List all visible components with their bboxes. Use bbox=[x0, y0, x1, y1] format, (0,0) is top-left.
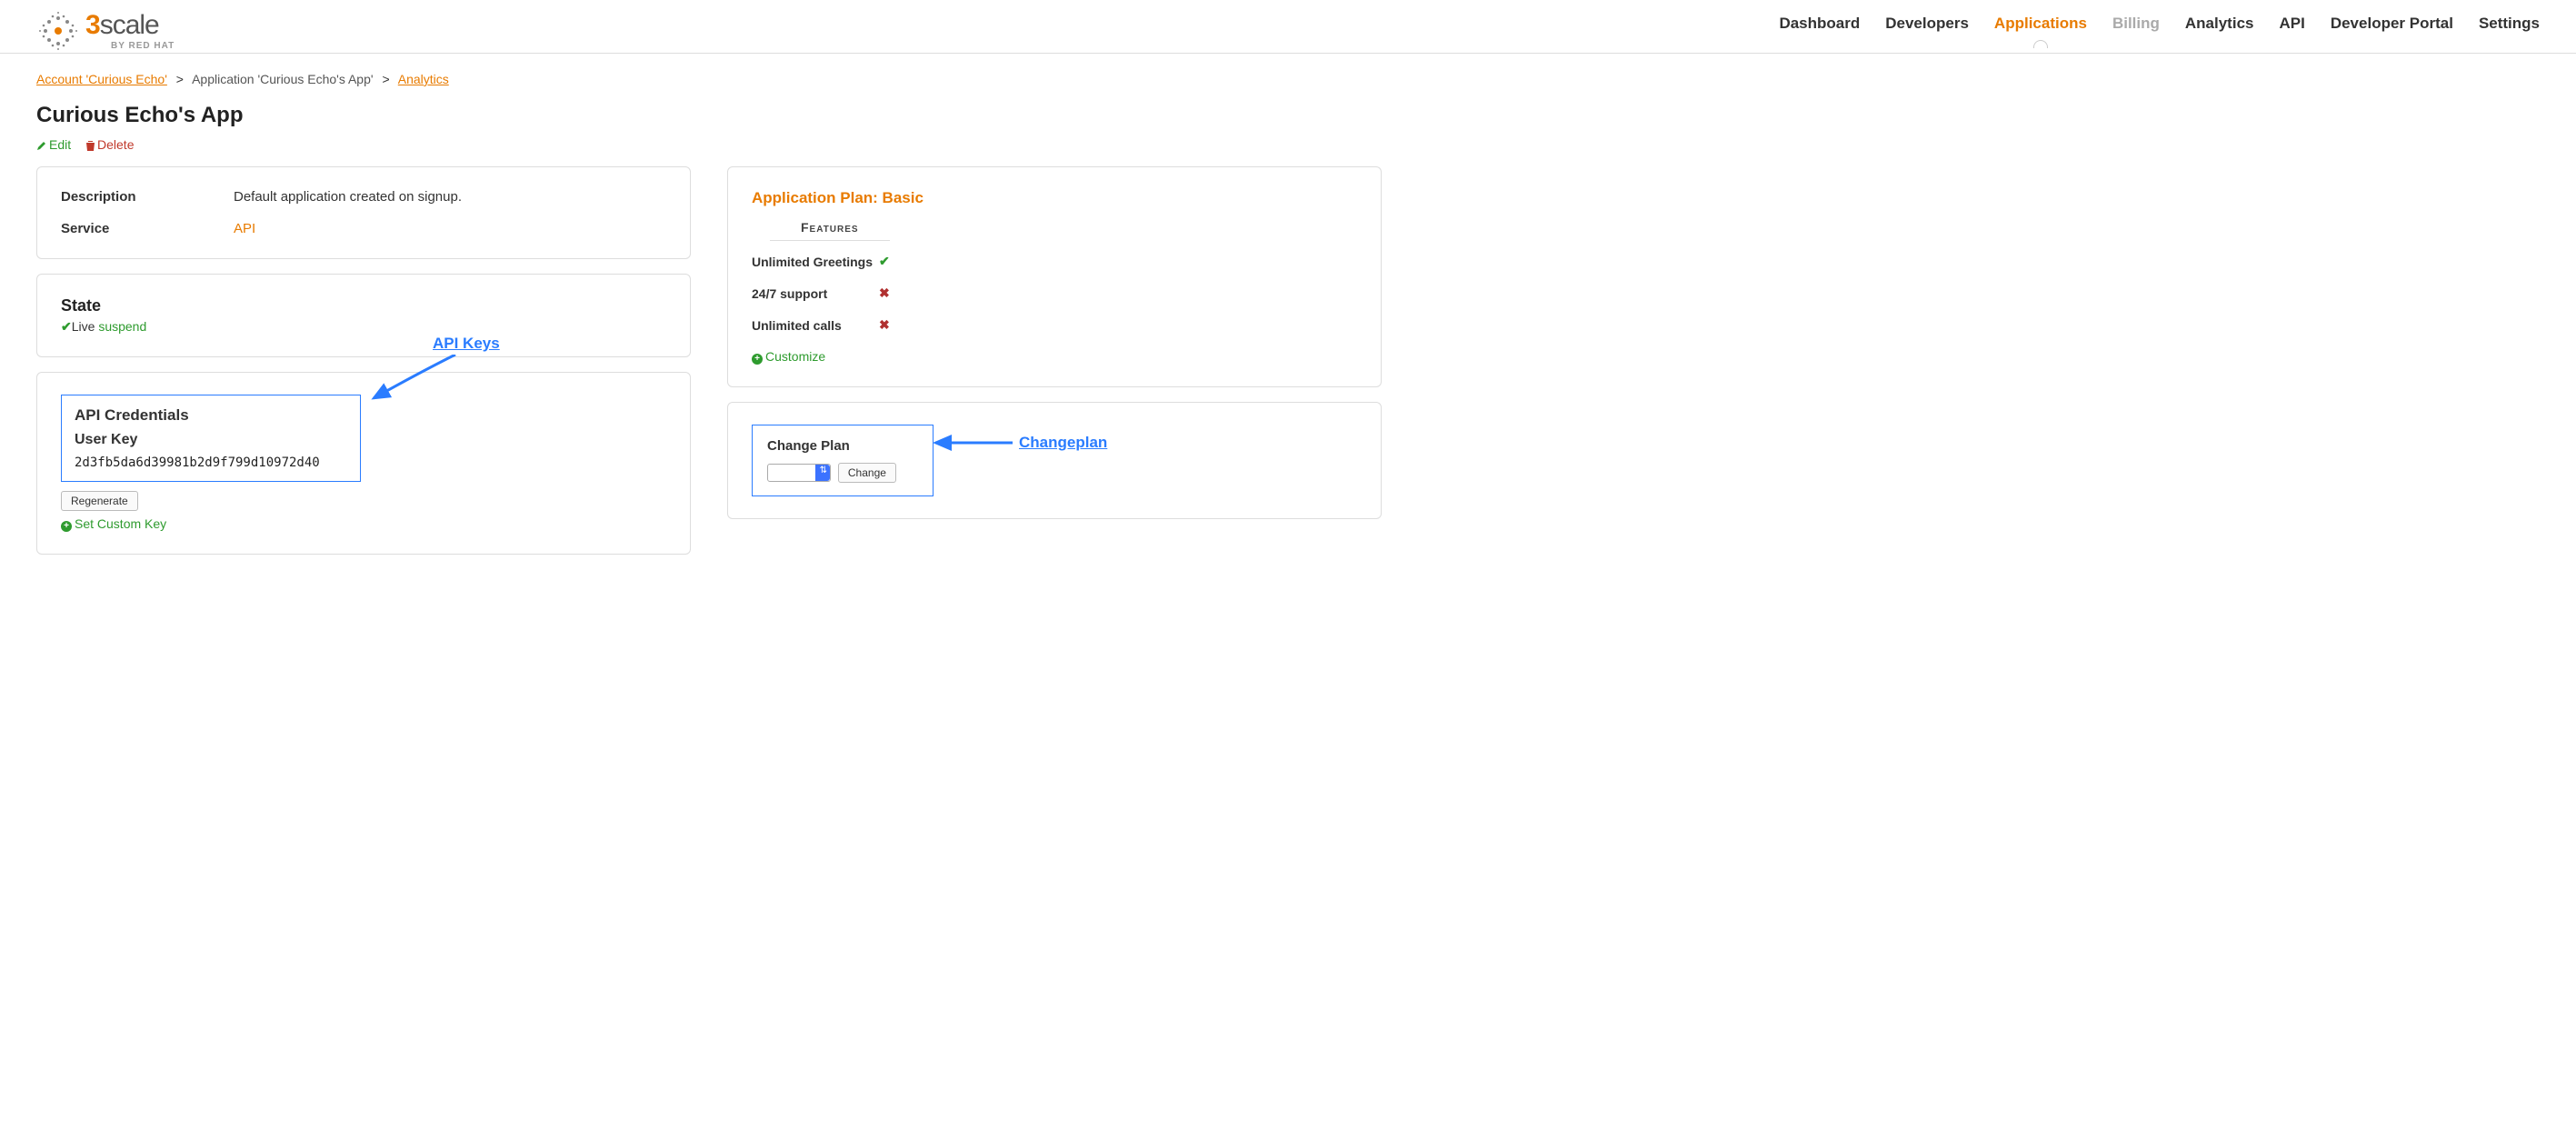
feature-name: 24/7 support bbox=[752, 286, 879, 301]
nav-billing[interactable]: Billing bbox=[2112, 15, 2160, 35]
logo[interactable]: 3scale BY RED HAT bbox=[36, 9, 175, 53]
plus-icon: + bbox=[61, 521, 72, 532]
arrow-icon bbox=[355, 355, 464, 409]
service-link[interactable]: API bbox=[234, 221, 255, 236]
nav-api[interactable]: API bbox=[2279, 15, 2304, 35]
nav-developers[interactable]: Developers bbox=[1885, 15, 1969, 35]
details-panel: Description Default application created … bbox=[36, 166, 691, 259]
plan-panel: Application Plan: Basic Features Unlimit… bbox=[727, 166, 1382, 387]
left-column: Description Default application created … bbox=[36, 166, 691, 569]
user-key-value: 2d3fb5da6d39981b2d9f799d10972d40 bbox=[75, 455, 347, 470]
credentials-panel: API Credentials User Key 2d3fb5da6d39981… bbox=[36, 372, 691, 555]
api-credentials-box: API Credentials User Key 2d3fb5da6d39981… bbox=[61, 395, 361, 482]
user-key-label: User Key bbox=[75, 432, 347, 448]
feature-row: 24/7 support✖ bbox=[752, 285, 1357, 301]
content: Account 'Curious Echo' > Application 'Cu… bbox=[0, 54, 1418, 587]
delete-link[interactable]: Delete bbox=[85, 137, 134, 152]
change-plan-panel: Change Plan Change Changeplan bbox=[727, 402, 1382, 519]
description-label: Description bbox=[61, 189, 234, 205]
change-plan-heading: Change Plan bbox=[767, 438, 918, 454]
credentials-heading: API Credentials bbox=[75, 406, 347, 425]
brand-accent: 3 bbox=[85, 10, 100, 40]
service-label: Service bbox=[61, 221, 234, 236]
suspend-link[interactable]: suspend bbox=[98, 319, 146, 334]
brand-sub: BY RED HAT bbox=[111, 42, 175, 51]
breadcrumb-current: Application 'Curious Echo's App' bbox=[192, 72, 373, 86]
title-actions: Edit Delete bbox=[36, 137, 1382, 152]
state-panel: State ✔Live suspend bbox=[36, 274, 691, 357]
check-icon: ✔ bbox=[61, 319, 72, 334]
header: 3scale BY RED HAT Dashboard Developers App… bbox=[0, 0, 2576, 54]
brand-rest: scale bbox=[100, 10, 159, 40]
annotation-api-keys: API Keys bbox=[433, 335, 500, 353]
x-icon: ✖ bbox=[879, 285, 890, 301]
nav-developer-portal[interactable]: Developer Portal bbox=[2331, 15, 2453, 35]
feature-row: Unlimited calls✖ bbox=[752, 317, 1357, 333]
breadcrumb-account[interactable]: Account 'Curious Echo' bbox=[36, 72, 167, 86]
right-column: Application Plan: Basic Features Unlimit… bbox=[727, 166, 1382, 534]
state-value: Live bbox=[72, 319, 95, 334]
arrow-icon bbox=[926, 434, 1017, 452]
page-title: Curious Echo's App bbox=[36, 103, 1382, 128]
edit-link[interactable]: Edit bbox=[36, 137, 75, 152]
breadcrumb-sep: > bbox=[382, 72, 389, 86]
breadcrumb-analytics[interactable]: Analytics bbox=[398, 72, 449, 86]
description-value: Default application created on signup. bbox=[234, 189, 462, 205]
plus-icon: + bbox=[752, 354, 763, 365]
logo-mark-icon bbox=[36, 9, 80, 53]
trash-icon bbox=[85, 140, 95, 151]
feature-name: Unlimited calls bbox=[752, 318, 879, 333]
plan-title: Application Plan: Basic bbox=[752, 189, 1357, 207]
nav-settings[interactable]: Settings bbox=[2479, 15, 2540, 35]
pencil-icon bbox=[36, 140, 47, 151]
breadcrumb: Account 'Curious Echo' > Application 'Cu… bbox=[36, 72, 1382, 86]
check-icon: ✔ bbox=[879, 254, 890, 269]
feature-name: Unlimited Greetings bbox=[752, 255, 879, 269]
set-custom-key-link[interactable]: +Set Custom Key bbox=[61, 516, 166, 531]
state-heading: State bbox=[61, 296, 666, 315]
logo-text: 3scale BY RED HAT bbox=[85, 12, 175, 51]
nav-dashboard[interactable]: Dashboard bbox=[1779, 15, 1860, 35]
change-plan-box: Change Plan Change bbox=[752, 425, 934, 496]
customize-link[interactable]: +Customize bbox=[752, 349, 825, 364]
features-label: Features bbox=[770, 220, 890, 241]
nav-applications[interactable]: Applications bbox=[1994, 15, 2087, 35]
plan-select[interactable] bbox=[767, 464, 831, 482]
nav-analytics[interactable]: Analytics bbox=[2185, 15, 2254, 35]
regenerate-button[interactable]: Regenerate bbox=[61, 491, 138, 511]
change-button[interactable]: Change bbox=[838, 463, 896, 483]
feature-row: Unlimited Greetings✔ bbox=[752, 254, 1357, 269]
annotation-changeplan: Changeplan bbox=[1019, 434, 1107, 452]
x-icon: ✖ bbox=[879, 317, 890, 333]
main-nav: Dashboard Developers Applications Billing An… bbox=[1779, 15, 2540, 47]
breadcrumb-sep: > bbox=[176, 72, 184, 86]
